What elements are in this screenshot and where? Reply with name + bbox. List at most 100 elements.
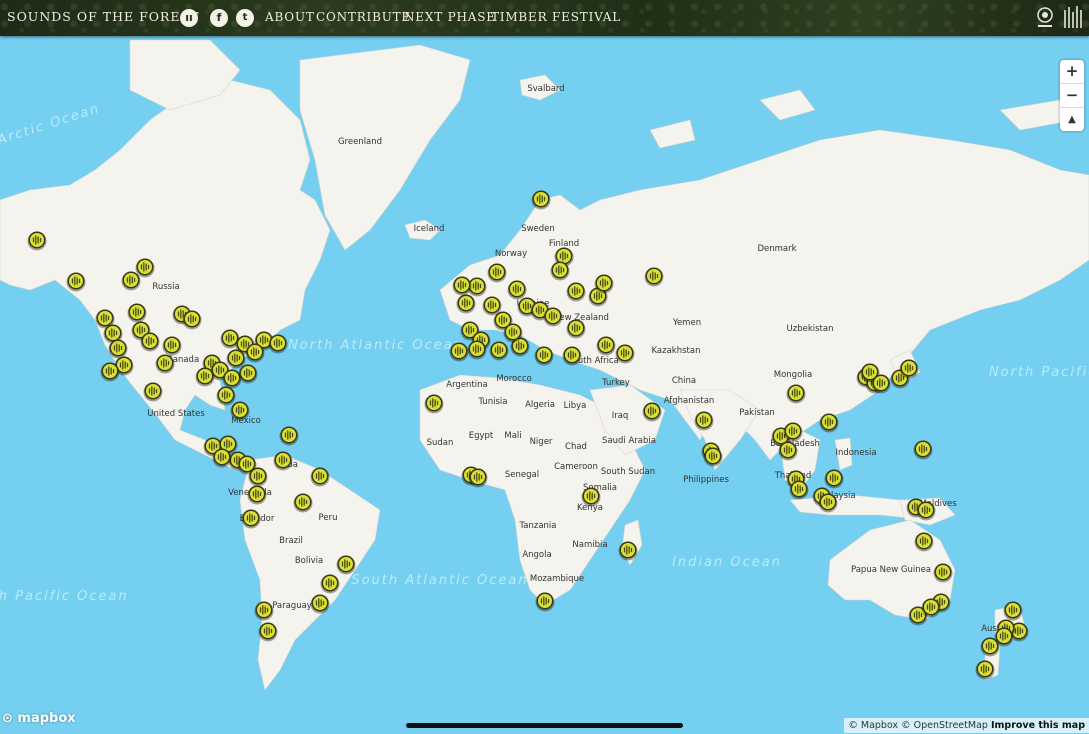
sound-marker[interactable] bbox=[531, 190, 551, 210]
sound-marker[interactable] bbox=[594, 274, 614, 294]
sound-marker[interactable] bbox=[226, 349, 246, 369]
country-label: Cameroon bbox=[554, 462, 598, 472]
sound-marker[interactable] bbox=[921, 598, 941, 618]
attribution-text[interactable]: © Mapbox © OpenStreetMap bbox=[848, 720, 988, 731]
sound-marker[interactable] bbox=[121, 271, 141, 291]
sound-marker[interactable] bbox=[914, 532, 934, 552]
sound-marker[interactable] bbox=[615, 344, 635, 364]
sound-marker[interactable] bbox=[456, 294, 476, 314]
sound-marker[interactable] bbox=[489, 341, 509, 361]
sound-marker[interactable] bbox=[212, 448, 232, 468]
sound-marker[interactable] bbox=[336, 555, 356, 575]
nav-contribute[interactable]: CONTRIBUTE bbox=[316, 10, 411, 24]
sound-marker[interactable] bbox=[534, 346, 554, 366]
sound-marker[interactable] bbox=[468, 468, 488, 488]
nav-about[interactable]: ABOUT bbox=[265, 10, 315, 24]
sound-marker[interactable] bbox=[452, 276, 472, 296]
sound-marker[interactable] bbox=[913, 440, 933, 460]
sound-marker[interactable] bbox=[980, 637, 1000, 657]
mapbox-logo[interactable]: ⊙ mapbox bbox=[2, 711, 76, 726]
sound-marker[interactable] bbox=[467, 340, 487, 360]
facebook-icon[interactable]: f bbox=[210, 9, 228, 27]
sound-logo-icon[interactable]: ıı bbox=[180, 9, 198, 27]
sound-marker[interactable] bbox=[268, 334, 288, 354]
country-label: Egypt bbox=[469, 431, 494, 441]
improve-map-link[interactable]: Improve this map bbox=[991, 720, 1085, 731]
sound-marker[interactable] bbox=[482, 296, 502, 316]
sound-marker[interactable] bbox=[241, 509, 261, 529]
sound-marker[interactable] bbox=[1003, 601, 1023, 621]
sound-marker[interactable] bbox=[618, 541, 638, 561]
zoom-out-button[interactable]: − bbox=[1060, 84, 1084, 108]
world-map[interactable]: Svalbard Greenland Iceland Sweden Finland Nor… bbox=[0, 36, 1089, 734]
sound-marker[interactable] bbox=[596, 336, 616, 356]
sound-marker[interactable] bbox=[293, 493, 313, 513]
sound-marker[interactable] bbox=[108, 339, 128, 359]
nav-timber-festival[interactable]: TIMBER FESTIVAL bbox=[491, 10, 621, 24]
sound-marker[interactable] bbox=[216, 386, 236, 406]
sound-marker[interactable] bbox=[273, 451, 293, 471]
sound-marker[interactable] bbox=[503, 323, 523, 343]
sound-marker[interactable] bbox=[127, 303, 147, 323]
sound-marker[interactable] bbox=[230, 401, 250, 421]
sound-marker[interactable] bbox=[824, 469, 844, 489]
sound-marker[interactable] bbox=[248, 467, 268, 487]
sound-marker[interactable] bbox=[818, 493, 838, 513]
sound-marker[interactable] bbox=[507, 280, 527, 300]
sound-marker[interactable] bbox=[789, 480, 809, 500]
sound-marker[interactable] bbox=[310, 467, 330, 487]
sound-marker[interactable] bbox=[182, 310, 202, 330]
partner-logo-icon[interactable] bbox=[1062, 4, 1086, 32]
sound-marker[interactable] bbox=[871, 374, 891, 394]
twitter-icon[interactable]: t bbox=[236, 9, 254, 27]
sound-marker[interactable] bbox=[819, 413, 839, 433]
sound-marker[interactable] bbox=[550, 261, 570, 281]
sound-marker[interactable] bbox=[535, 592, 555, 612]
festival-logo-icon[interactable] bbox=[1034, 4, 1056, 30]
sound-marker[interactable] bbox=[320, 574, 340, 594]
sound-marker[interactable] bbox=[258, 622, 278, 642]
country-label: China bbox=[672, 376, 696, 386]
sound-marker[interactable] bbox=[642, 402, 662, 422]
country-label: Saudi Arabia bbox=[602, 436, 656, 446]
sound-marker[interactable] bbox=[786, 384, 806, 404]
sound-marker[interactable] bbox=[975, 660, 995, 680]
sound-marker[interactable] bbox=[778, 441, 798, 461]
sound-marker[interactable] bbox=[135, 258, 155, 278]
sound-marker[interactable] bbox=[245, 343, 265, 363]
sound-marker[interactable] bbox=[543, 307, 563, 327]
sound-marker[interactable] bbox=[143, 382, 163, 402]
sound-marker[interactable] bbox=[581, 487, 601, 507]
sound-marker[interactable] bbox=[195, 367, 215, 387]
sound-marker[interactable] bbox=[449, 342, 469, 362]
sound-marker[interactable] bbox=[424, 394, 444, 414]
sound-marker[interactable] bbox=[162, 336, 182, 356]
sound-marker[interactable] bbox=[155, 354, 175, 374]
sound-marker[interactable] bbox=[66, 272, 86, 292]
sound-marker[interactable] bbox=[694, 411, 714, 431]
zoom-in-button[interactable]: + bbox=[1060, 60, 1084, 84]
sound-marker[interactable] bbox=[566, 282, 586, 302]
sound-marker[interactable] bbox=[140, 332, 160, 352]
sound-marker[interactable] bbox=[254, 601, 274, 621]
sound-marker[interactable] bbox=[238, 364, 258, 384]
sound-marker[interactable] bbox=[703, 447, 723, 467]
site-title[interactable]: SOUNDS OF THE FOREST bbox=[7, 9, 199, 24]
sound-marker[interactable] bbox=[310, 594, 330, 614]
sound-marker[interactable] bbox=[783, 422, 803, 442]
sound-marker[interactable] bbox=[279, 426, 299, 446]
sound-marker[interactable] bbox=[247, 485, 267, 505]
sound-marker[interactable] bbox=[899, 359, 919, 379]
sound-marker[interactable] bbox=[487, 263, 507, 283]
sound-marker[interactable] bbox=[916, 501, 936, 521]
ocean-label: North Atlantic Ocean bbox=[288, 338, 464, 353]
sound-marker[interactable] bbox=[562, 346, 582, 366]
sound-marker[interactable] bbox=[100, 362, 120, 382]
nav-next-phase[interactable]: NEXT PHASE bbox=[404, 10, 496, 24]
sound-marker[interactable] bbox=[644, 267, 664, 287]
sound-marker[interactable] bbox=[933, 563, 953, 583]
compass-button[interactable]: ▲ bbox=[1060, 108, 1084, 131]
country-label: Libya bbox=[564, 401, 587, 411]
sound-marker[interactable] bbox=[566, 319, 586, 339]
sound-marker[interactable] bbox=[27, 231, 47, 251]
